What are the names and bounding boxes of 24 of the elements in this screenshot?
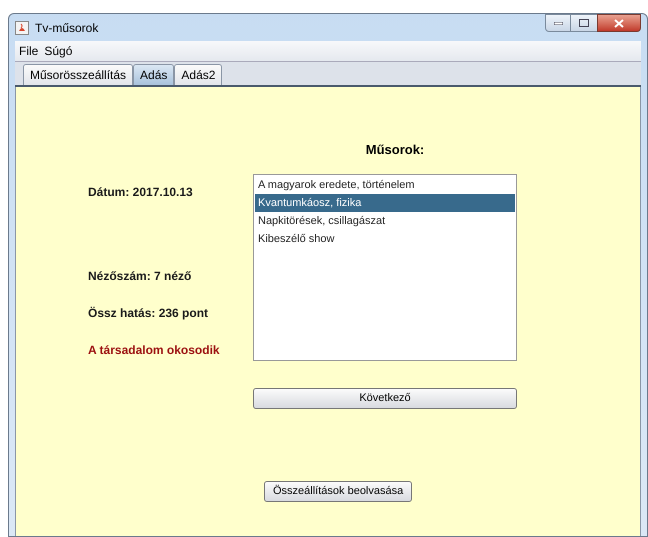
minimize-button[interactable] (545, 14, 571, 32)
info-label: Össz hatás: 236 pont (88, 306, 210, 320)
close-button[interactable] (597, 14, 641, 32)
status-message: A társadalom okosodik (88, 343, 221, 357)
close-icon (614, 18, 624, 28)
maximize-button[interactable] (571, 14, 597, 32)
list-item[interactable]: A magyarok eredete, történelem (255, 176, 515, 194)
window-title: Tv-műsorok (35, 20, 98, 36)
menu-item[interactable]: File (19, 42, 38, 60)
maximize-icon (579, 19, 589, 27)
list-title: Műsorok: (364, 141, 424, 159)
app-icon (15, 20, 29, 34)
list-item[interactable]: Kibeszélő show (255, 230, 515, 248)
minimize-icon (554, 22, 562, 24)
list-item[interactable]: Napkitörések, csillagászat (255, 212, 515, 230)
info-label: Nézőszám: 7 néző (88, 269, 192, 283)
tab[interactable]: Műsorösszeállítás (23, 64, 134, 85)
next-button[interactable]: Következő (253, 388, 517, 408)
info-label: Dátum: 2017.10.13 (88, 185, 194, 199)
tab[interactable]: Adás2 (174, 64, 222, 85)
load-button[interactable]: Összeállítások beolvasása (264, 480, 412, 502)
tab[interactable]: Adás (133, 64, 174, 85)
menu-item[interactable]: Súgó (44, 42, 72, 60)
list-item[interactable]: Kvantumkáosz, fizika (255, 194, 515, 212)
